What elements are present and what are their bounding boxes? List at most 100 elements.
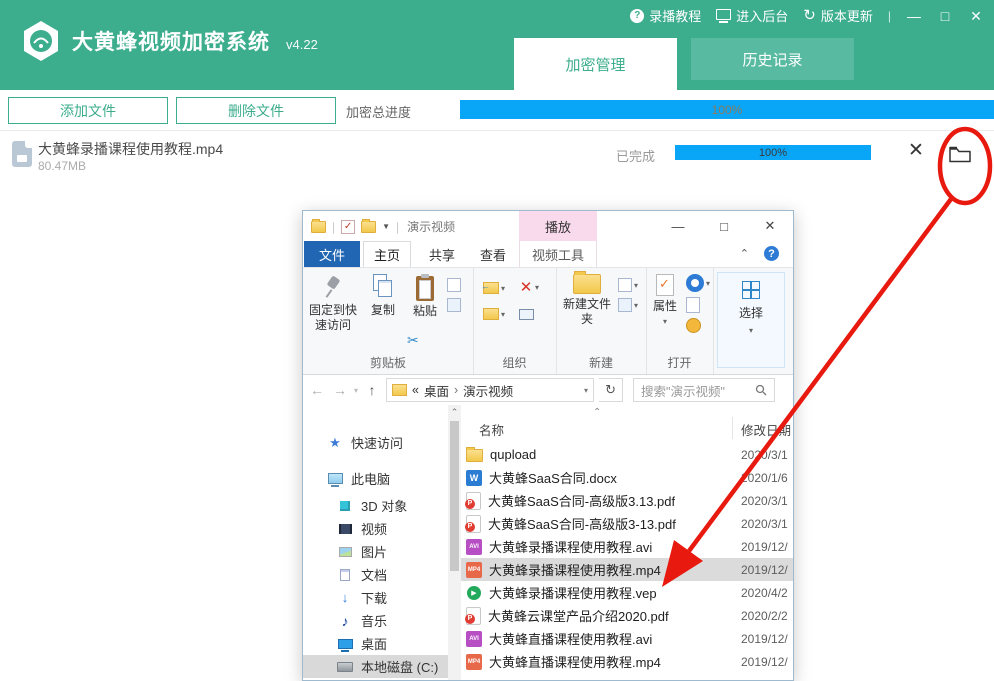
- sidebar-item-label: 下载: [361, 588, 387, 607]
- file-name: 大黄蜂SaaS合同.docx: [489, 468, 617, 487]
- up-icon[interactable]: ↑: [363, 382, 381, 398]
- address-box[interactable]: « 桌面 › 演示视频 ▾: [386, 378, 594, 402]
- chevron-down-icon[interactable]: ▾: [354, 386, 358, 395]
- tutorial-link[interactable]: ? 录播教程: [630, 6, 701, 25]
- select-button[interactable]: 选择 ▾: [717, 272, 785, 368]
- explorer-titlebar[interactable]: | ✓ ▼ | 演示视频 播放 — □ ✕: [303, 211, 793, 241]
- sidebar-item[interactable]: 视频: [303, 517, 448, 540]
- breadcrumb-folder[interactable]: 演示视频: [463, 381, 513, 400]
- scroll-up-icon[interactable]: ⌃: [448, 407, 461, 418]
- sidebar-item[interactable]: 桌面: [303, 632, 448, 655]
- tab-encrypt-manage[interactable]: 加密管理: [514, 38, 677, 90]
- help-icon[interactable]: ?: [764, 246, 779, 261]
- file-row[interactable]: 大黄蜂SaaS合同-高级版3-13.pdf2020/3/1: [461, 512, 793, 535]
- file-size: 80.47MB: [38, 159, 86, 173]
- copy-path-button[interactable]: [447, 278, 461, 292]
- search-input[interactable]: 搜索"演示视频": [633, 378, 775, 402]
- sidebar-item-label: 本地磁盘 (C:): [361, 657, 438, 676]
- open-video-button[interactable]: ▾: [686, 274, 710, 292]
- file-progress-bar: 100%: [675, 145, 871, 160]
- properties-button[interactable]: 属性 ▾: [648, 274, 682, 327]
- qat-separator: |: [332, 220, 335, 234]
- sidebar-item[interactable]: 音乐: [303, 609, 448, 632]
- menu-view[interactable]: 查看: [471, 241, 515, 267]
- open-folder-button[interactable]: [948, 145, 972, 168]
- menu-video-tools[interactable]: 视频工具: [519, 241, 597, 267]
- sidebar-item[interactable]: 图片: [303, 540, 448, 563]
- sidebar-item[interactable]: 本地磁盘 (C:): [303, 655, 448, 678]
- update-link[interactable]: ↻ 版本更新: [803, 6, 873, 25]
- sidebar-item[interactable]: 文档: [303, 563, 448, 586]
- file-row[interactable]: 大黄蜂云课堂产品介绍2020.pdf2020/2/2: [461, 604, 793, 627]
- app-title: 大黄蜂视频加密系统: [72, 26, 270, 56]
- sidebar-scrollbar[interactable]: ⌃: [448, 405, 461, 680]
- checkbox-icon[interactable]: ✓: [341, 220, 355, 234]
- edit-button[interactable]: [686, 297, 710, 313]
- sidebar-item[interactable]: 3D 对象: [303, 494, 448, 517]
- file-row[interactable]: 大黄蜂直播课程使用教程.mp42019/12/: [461, 650, 793, 673]
- file-row[interactable]: 大黄蜂录播课程使用教程.mp42019/12/: [461, 558, 793, 581]
- move-to-button[interactable]: ▾: [483, 282, 505, 294]
- mp4-icon: [466, 562, 482, 578]
- chevron-down-icon[interactable]: ▾: [584, 386, 588, 395]
- paste-button[interactable]: 粘贴: [405, 274, 445, 319]
- paste-label: 粘贴: [413, 304, 437, 319]
- sidebar-item[interactable]: 快速访问: [303, 431, 448, 454]
- chevron-down-icon[interactable]: ▼: [382, 222, 390, 231]
- tab-history[interactable]: 历史记录: [691, 38, 854, 80]
- add-file-button[interactable]: 添加文件: [8, 97, 168, 124]
- back-icon[interactable]: ←: [308, 382, 326, 398]
- refresh-button[interactable]: ↻: [599, 378, 623, 402]
- remove-row-button[interactable]: ✕: [908, 139, 924, 162]
- file-row[interactable]: 大黄蜂SaaS合同.docx2020/1/6: [461, 466, 793, 489]
- sidebar-item-label: 图片: [361, 542, 387, 561]
- scissors-icon[interactable]: ✂: [407, 332, 419, 349]
- rename-button[interactable]: [519, 309, 539, 320]
- delete-file-button[interactable]: 删除文件: [176, 97, 336, 124]
- total-progress-bar: 100%: [460, 100, 994, 119]
- column-divider[interactable]: [732, 417, 733, 439]
- chevron-down-icon: ▾: [634, 281, 638, 290]
- app-minimize-button[interactable]: —: [906, 9, 922, 23]
- file-row[interactable]: 大黄蜂直播课程使用教程.avi2019/12/: [461, 627, 793, 650]
- encrypt-file-row[interactable]: 大黄蜂录播课程使用教程.mp4 80.47MB 已完成 100% ✕: [0, 131, 994, 189]
- copy-button[interactable]: 复制: [363, 274, 403, 318]
- qat-separator: |: [396, 220, 399, 234]
- copy-icon: [373, 274, 393, 300]
- paste-shortcut-button[interactable]: [447, 298, 461, 312]
- folder-icon[interactable]: [361, 221, 376, 233]
- easy-access-button[interactable]: ▾: [618, 298, 638, 312]
- explorer-maximize-button[interactable]: □: [701, 211, 747, 241]
- collapse-ribbon-icon[interactable]: ⌃: [740, 247, 749, 260]
- breadcrumb-chevrons[interactable]: «: [412, 383, 419, 397]
- contextual-tab-play[interactable]: 播放: [519, 211, 597, 241]
- forward-icon[interactable]: →: [331, 382, 349, 398]
- explorer-minimize-button[interactable]: —: [655, 211, 701, 241]
- ribbon-group-new: 新建文件夹 ▾ ▾ 新建: [556, 268, 647, 374]
- menu-home[interactable]: 主页: [363, 241, 411, 267]
- folder-icon[interactable]: [311, 221, 326, 233]
- new-folder-button[interactable]: 新建文件夹: [560, 274, 614, 327]
- app-close-button[interactable]: ✕: [968, 9, 984, 23]
- file-row[interactable]: 大黄蜂SaaS合同-高级版3.13.pdf2020/3/1: [461, 489, 793, 512]
- scrollbar-thumb[interactable]: [450, 421, 459, 571]
- explorer-close-button[interactable]: ✕: [747, 211, 793, 241]
- menu-file[interactable]: 文件: [304, 241, 360, 267]
- backend-link[interactable]: 进入后台: [716, 6, 788, 25]
- file-date: 2019/12/: [741, 563, 793, 577]
- file-row[interactable]: 大黄蜂录播课程使用教程.vep2020/4/2: [461, 581, 793, 604]
- history-button[interactable]: [686, 318, 710, 333]
- file-row[interactable]: 大黄蜂录播课程使用教程.avi2019/12/: [461, 535, 793, 558]
- pin-to-quick-access-button[interactable]: 固定到快速访问: [305, 274, 361, 333]
- file-row[interactable]: qupload2020/3/1: [461, 443, 793, 466]
- sidebar-item[interactable]: 下载: [303, 586, 448, 609]
- copy-to-button[interactable]: ▾: [483, 308, 505, 320]
- column-header-name[interactable]: 名称: [479, 420, 504, 439]
- sidebar-item[interactable]: 此电脑: [303, 467, 448, 490]
- breadcrumb-desktop[interactable]: 桌面: [424, 381, 449, 400]
- menu-share[interactable]: 共享: [419, 241, 465, 267]
- column-header-date[interactable]: 修改日期: [741, 420, 791, 439]
- app-maximize-button[interactable]: □: [937, 9, 953, 23]
- delete-button[interactable]: ✕▾: [519, 280, 539, 295]
- new-item-button[interactable]: ▾: [618, 278, 638, 292]
